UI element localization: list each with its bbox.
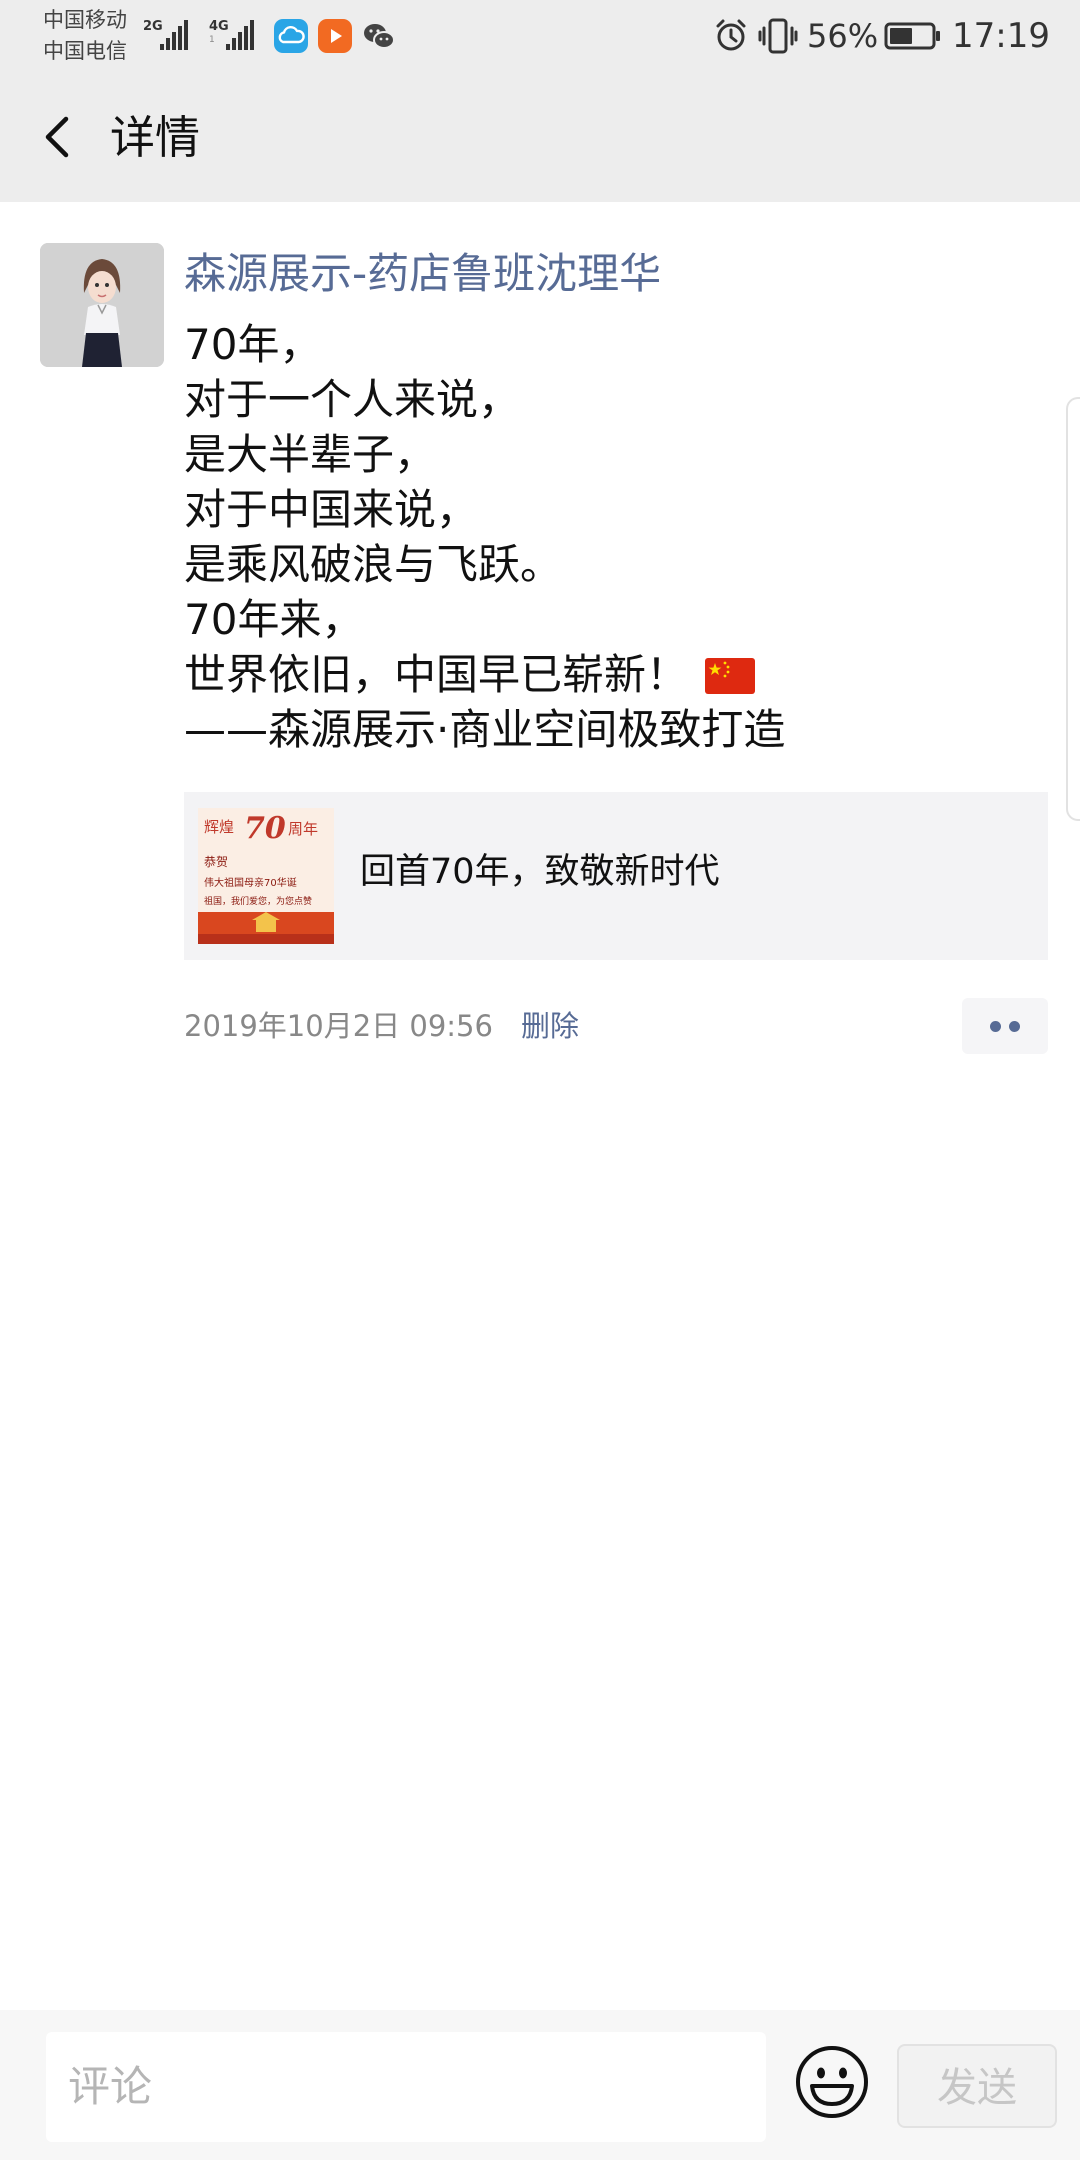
more-actions-button[interactable] bbox=[962, 998, 1048, 1054]
chevron-left-icon bbox=[45, 116, 69, 158]
post-line: ——森源展示·商业空间极致打造 bbox=[184, 705, 786, 754]
more-dot-icon bbox=[990, 1021, 1001, 1032]
carrier-1: 中国移动 bbox=[43, 8, 127, 32]
china-flag-icon bbox=[705, 658, 756, 694]
carrier-names: 中国移动 中国电信 bbox=[43, 5, 127, 67]
more-dot-icon bbox=[1009, 1021, 1020, 1032]
thumb-line-3: 祖国，我们爱您，为您点赞 bbox=[204, 895, 312, 907]
cloud-icon bbox=[274, 19, 308, 53]
alarm-icon bbox=[713, 14, 749, 58]
screen: 中国移动 中国电信 2G 4G 1 56% 17:19 详情 森源展示-药店鲁班… bbox=[0, 0, 1080, 2160]
post-timestamp: 2019年10月2日 09:56 bbox=[184, 1009, 493, 1043]
video-icon bbox=[318, 19, 352, 53]
edge-scroll-handle[interactable] bbox=[1066, 397, 1080, 821]
post-line: 对于中国来说， bbox=[184, 485, 479, 534]
post-line: 70年， bbox=[184, 320, 322, 369]
avatar[interactable] bbox=[40, 243, 164, 367]
link-thumbnail: 辉煌 70 周年 恭贺 伟大祖国母亲70华诞 祖国，我们爱您，为您点赞 bbox=[198, 808, 334, 944]
battery-percent: 56% bbox=[807, 17, 879, 55]
post-line: 是大半辈子， bbox=[184, 430, 437, 479]
back-button[interactable] bbox=[30, 107, 90, 167]
moment-post: 森源展示-药店鲁班沈理华 70年， 对于一个人来说， 是大半辈子， 对于中国来说… bbox=[0, 202, 1080, 2010]
delete-link[interactable]: 删除 bbox=[521, 1006, 579, 1046]
thumb-text-year: 周年 bbox=[288, 820, 318, 838]
comment-input[interactable]: 评论 bbox=[46, 2032, 766, 2142]
smiley-face-icon bbox=[796, 2046, 868, 2118]
page-title: 详情 bbox=[110, 111, 201, 164]
clock: 17:19 bbox=[952, 16, 1050, 56]
avatar-image bbox=[40, 243, 164, 367]
signal-2g-icon: 2G bbox=[143, 20, 188, 52]
vibrate-icon bbox=[758, 14, 798, 58]
wechat-icon bbox=[362, 19, 396, 53]
comment-bar: 评论 发送 bbox=[0, 2010, 1080, 2160]
post-line: 70年来， bbox=[184, 595, 364, 644]
author-name[interactable]: 森源展示-药店鲁班沈理华 bbox=[184, 246, 661, 302]
post-line-with-flag: 世界依旧，中国早已崭新！ bbox=[184, 647, 1044, 702]
thumb-line-2: 伟大祖国母亲70华诞 bbox=[204, 876, 297, 889]
post-text: 70年， 对于一个人来说， 是大半辈子， 对于中国来说， 是乘风破浪与飞跃。 7… bbox=[184, 317, 1044, 757]
signal-4g-icon: 4G 1 bbox=[209, 20, 254, 52]
battery-icon bbox=[884, 22, 942, 50]
thumb-number: 70 bbox=[244, 811, 286, 846]
title-bar: 详情 bbox=[0, 72, 1080, 202]
send-button[interactable]: 发送 bbox=[897, 2044, 1057, 2128]
link-title: 回首70年，致敬新时代 bbox=[360, 852, 720, 892]
emoji-button[interactable] bbox=[792, 2042, 872, 2122]
post-line-text: 世界依旧，中国早已崭新！ bbox=[184, 650, 689, 699]
link-card[interactable]: 辉煌 70 周年 恭贺 伟大祖国母亲70华诞 祖国，我们爱您，为您点赞 回首70… bbox=[184, 792, 1048, 960]
post-line: 是乘风破浪与飞跃。 bbox=[184, 540, 563, 589]
status-bar: 中国移动 中国电信 2G 4G 1 56% 17:19 bbox=[0, 0, 1080, 72]
comment-placeholder: 评论 bbox=[68, 2062, 153, 2111]
post-line: 对于一个人来说， bbox=[184, 375, 521, 424]
carrier-2: 中国电信 bbox=[43, 39, 127, 63]
thumb-line-1: 恭贺 bbox=[204, 855, 228, 869]
signal-4g-sub: 1 bbox=[209, 35, 215, 45]
thumb-text-top: 辉煌 bbox=[204, 818, 234, 836]
